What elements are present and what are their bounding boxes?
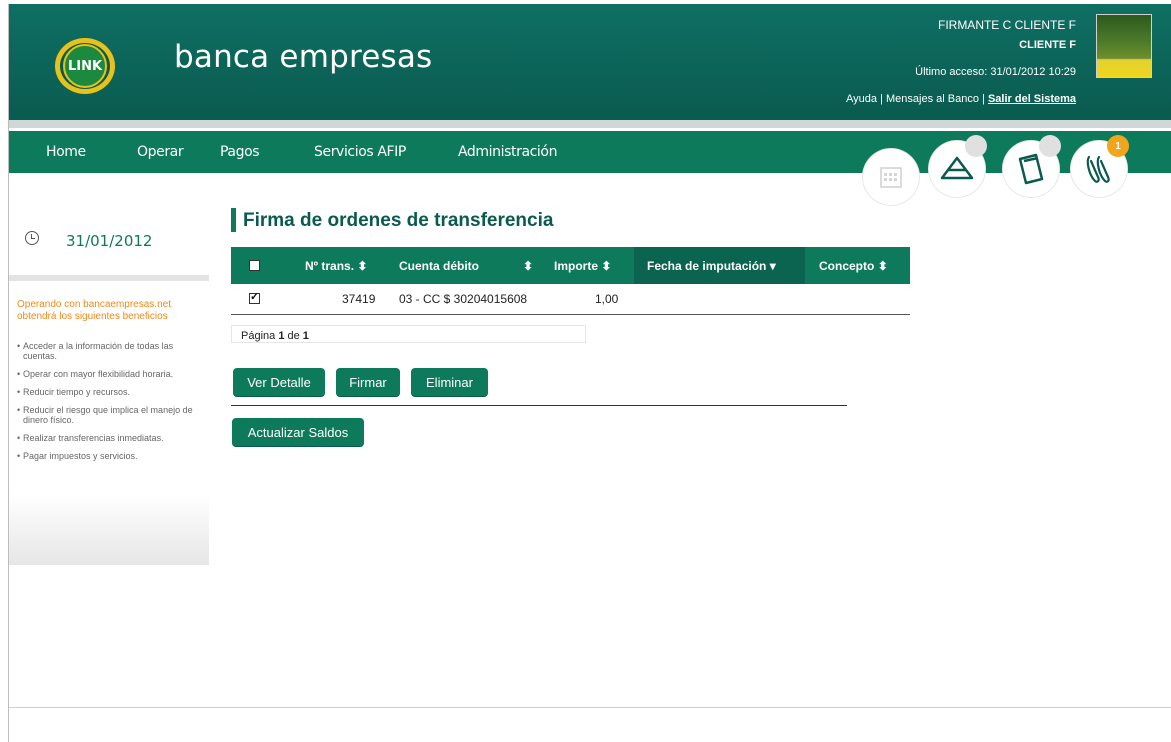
promo-text: Operando con bancaempresas.net obtendrá …: [17, 299, 171, 322]
list-item: Pagar impuestos y servicios.: [17, 451, 201, 461]
nav-item-servicios-afip[interactable]: Servicios AFIP: [314, 144, 406, 160]
last-access: Último acceso: 31/01/2012 10:29: [915, 66, 1076, 78]
link-separator: |: [978, 93, 988, 105]
notification-badge: 1: [1107, 135, 1129, 157]
calendar-icon[interactable]: [863, 149, 919, 205]
link-logo[interactable]: LINK: [55, 38, 115, 94]
sort-icon: ⬍: [877, 259, 888, 273]
select-all-checkbox[interactable]: [249, 260, 260, 271]
amount: 1,00: [595, 292, 619, 306]
logo-text: LINK: [63, 44, 107, 88]
column-header-account[interactable]: Cuenta débito: [399, 259, 479, 273]
benefits-panel: Operando con bancaempresas.net obtendrá …: [9, 275, 209, 565]
quick-icons: 1: [863, 135, 1133, 205]
delete-button[interactable]: Eliminar: [411, 368, 488, 396]
folder-icon[interactable]: [1003, 135, 1061, 197]
header-links: Ayuda | Mensajes al Banco | Salir del Si…: [846, 93, 1076, 105]
footer-divider: [9, 707, 1171, 708]
messages-link[interactable]: Mensajes al Banco: [886, 93, 979, 105]
envelope-icon[interactable]: [929, 135, 987, 197]
nav-item-administracion[interactable]: Administración: [458, 144, 557, 160]
column-header-trans[interactable]: Nº trans. ⬍: [305, 259, 367, 273]
sort-icon[interactable]: ⬍: [523, 259, 533, 273]
column-header-date[interactable]: Fecha de imputación ▾: [647, 259, 776, 273]
clock-icon: [25, 231, 39, 245]
notification-bubble: [1039, 135, 1061, 157]
brand-title: banca empresas: [174, 39, 433, 75]
list-item: Acceder a la información de todas las cu…: [17, 341, 201, 361]
list-item: Reducir el riesgo que implica el manejo …: [17, 405, 201, 425]
sort-desc-icon: ▾: [769, 259, 776, 273]
list-item: Realizar transferencias inmediatas.: [17, 433, 201, 443]
current-date: 31/01/2012: [66, 232, 153, 250]
table-header: Nº trans. ⬍ Cuenta débito ⬍ Importe ⬍ Fe…: [231, 247, 910, 284]
user-photo: [1096, 14, 1152, 78]
debit-account: 03 - CC $ 30204015608: [399, 292, 528, 306]
user-name: FIRMANTE C CLIENTE F: [937, 18, 1076, 32]
sign-button[interactable]: Firmar: [336, 368, 400, 396]
column-header-concept[interactable]: Concepto ⬍: [819, 259, 888, 273]
page-title: Firma de ordenes de transferencia: [243, 210, 554, 231]
view-detail-button[interactable]: Ver Detalle: [233, 368, 325, 396]
list-item: Operar con mayor flexibilidad horaria.: [17, 369, 201, 379]
transfers-table: Nº trans. ⬍ Cuenta débito ⬍ Importe ⬍ Fe…: [231, 247, 910, 315]
header-divider: [9, 120, 1171, 128]
nav-item-pagos[interactable]: Pagos: [220, 144, 260, 160]
sort-icon: ⬍: [357, 259, 368, 273]
trans-number: 37419: [342, 292, 376, 306]
refresh-balances-button[interactable]: Actualizar Saldos: [232, 418, 364, 446]
benefits-list: Acceder a la información de todas las cu…: [17, 341, 201, 469]
client-name: CLIENTE F: [1019, 39, 1076, 51]
link-separator: |: [877, 93, 887, 105]
total-pages: 1: [302, 330, 309, 342]
logout-link[interactable]: Salir del Sistema: [988, 93, 1076, 105]
divider: [231, 405, 847, 406]
nav-item-home[interactable]: Home: [46, 144, 86, 160]
row-checkbox[interactable]: [249, 290, 260, 304]
sort-icon: ⬍: [601, 259, 612, 273]
pagination: Página 1 de 1: [231, 325, 586, 343]
paperclip-icon[interactable]: 1: [1071, 135, 1129, 197]
table-row[interactable]: 37419 03 - CC $ 30204015608 1,00: [231, 284, 910, 315]
help-link[interactable]: Ayuda: [846, 93, 877, 105]
date-box: 31/01/2012: [9, 219, 209, 264]
nav-item-operar[interactable]: Operar: [137, 144, 184, 160]
notification-bubble: [965, 135, 987, 157]
column-header-amount[interactable]: Importe ⬍: [554, 259, 611, 273]
title-accent: [231, 208, 236, 232]
list-item: Reducir tiempo y recursos.: [17, 387, 201, 397]
header: LINK banca empresas FIRMANTE C CLIENTE F…: [9, 4, 1171, 123]
